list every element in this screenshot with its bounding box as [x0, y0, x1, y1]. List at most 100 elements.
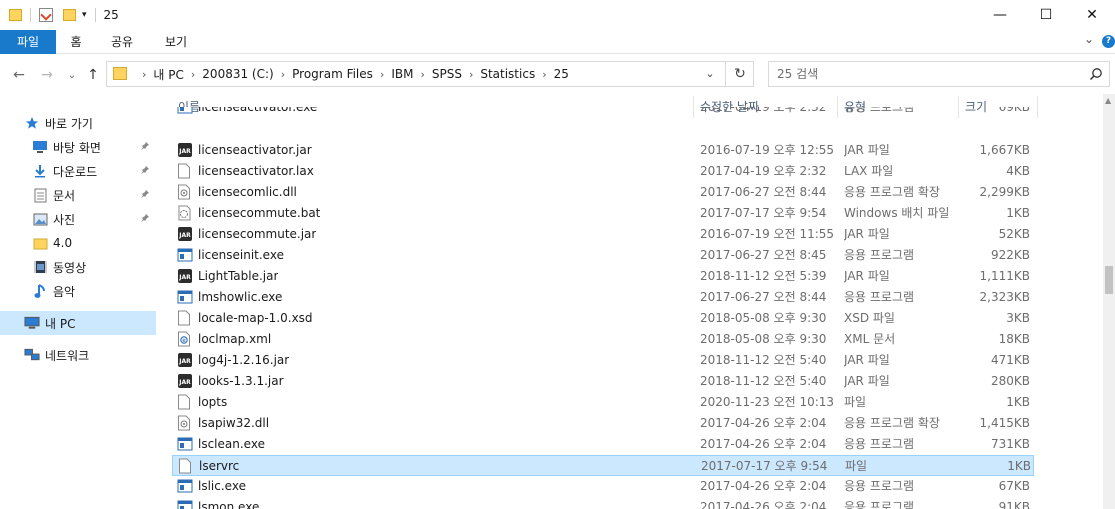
breadcrumb-item[interactable]: 25	[554, 67, 569, 81]
jar-icon: JAR	[177, 352, 193, 368]
file-type: 파일	[845, 459, 868, 473]
file-row[interactable]: licenseactivator.lax 2017-04-19 오후 2:32 LA…	[172, 161, 1034, 182]
scrollbar-thumb[interactable]	[1105, 266, 1113, 294]
search-icon[interactable]	[1089, 67, 1103, 81]
breadcrumb-separator-icon[interactable]: ›	[191, 68, 195, 81]
exe-icon	[177, 289, 193, 305]
video-icon	[32, 259, 48, 275]
sidebar-item[interactable]: 바로 가기	[0, 111, 156, 135]
sidebar-item[interactable]: 네트워크	[0, 343, 156, 367]
sidebar-item-label: 문서	[53, 188, 76, 203]
file-row[interactable]: lservrc 2017-07-17 오후 9:54 파일 1KB	[172, 455, 1034, 476]
tab-home[interactable]: 홈	[60, 30, 92, 54]
breadcrumb-item[interactable]: Program Files	[292, 67, 373, 81]
help-button[interactable]: ?	[1102, 35, 1115, 48]
file-row[interactable]: licenseinit.exe 2017-06-27 오전 8:45 응용 프로그램…	[172, 245, 1034, 266]
file-size: 1KB	[1006, 395, 1030, 409]
breadcrumb-item[interactable]: IBM	[391, 67, 413, 81]
refresh-button[interactable]: ↻	[727, 62, 753, 86]
tab-share[interactable]: 공유	[102, 30, 142, 54]
file-row-content: licenseinit.exe 2017-06-27 오전 8:45 응용 프로그램…	[172, 245, 1034, 266]
tab-view[interactable]: 보기	[156, 30, 196, 54]
file-name: licenseactivator.exe	[198, 107, 318, 114]
minimize-button[interactable]: —	[977, 0, 1023, 30]
jar-icon: JAR	[177, 373, 193, 389]
breadcrumb-separator-icon[interactable]: ›	[542, 68, 546, 81]
expand-ribbon-button[interactable]: ⌄	[1082, 32, 1096, 52]
blank-file-icon	[177, 394, 193, 410]
file-row[interactable]: lopts 2020-11-23 오전 10:13 파일 1KB	[172, 392, 1034, 413]
sidebar-item[interactable]: 다운로드	[0, 159, 156, 183]
sidebar-item[interactable]: 음악	[0, 279, 156, 303]
file-row[interactable]: JAR licenseactivator.jar 2016-07-19 오후 12:…	[172, 140, 1034, 161]
breadcrumb-item[interactable]: Statistics	[480, 67, 535, 81]
sidebar-item-label: 바로 가기	[45, 116, 93, 131]
pin-icon	[140, 165, 150, 178]
folder-icon	[9, 9, 22, 21]
column-divider[interactable]	[1037, 96, 1038, 118]
up-button[interactable]: ↑	[84, 66, 102, 84]
file-row[interactable]: e loclmap.xml 2018-05-08 오후 9:30 XML 문서 18KB	[172, 329, 1034, 350]
search-box[interactable]: 25 검색	[768, 61, 1110, 87]
tab-file[interactable]: 파일	[0, 30, 56, 54]
file-row[interactable]: licensecomlic.dll 2017-06-27 오전 8:44 응용 프로…	[172, 182, 1034, 203]
file-type: JAR 파일	[844, 143, 890, 157]
sidebar-item[interactable]: 사진	[0, 207, 156, 231]
breadcrumb-separator-icon[interactable]: ›	[420, 68, 424, 81]
file-name: lslic.exe	[198, 479, 246, 493]
file-date: 2017-06-27 오전 8:44	[700, 290, 827, 304]
dll-icon	[177, 415, 193, 431]
file-size: 2,299KB	[979, 185, 1030, 199]
breadcrumb-separator-icon[interactable]: ›	[469, 68, 473, 81]
file-date: 2018-11-12 오전 5:40	[700, 353, 827, 367]
file-row[interactable]: lmshowlic.exe 2017-06-27 오전 8:44 응용 프로그램 2,…	[172, 287, 1034, 308]
back-button[interactable]: ←	[10, 66, 28, 84]
breadcrumb-item[interactable]: 내 PC	[153, 66, 183, 83]
breadcrumb-separator-icon[interactable]: ›	[142, 68, 146, 81]
file-row[interactable]: lsmon.exe 2017-04-26 오후 2:04 응용 프로그램 91KB	[172, 497, 1034, 509]
file-row-content: JAR LightTable.jar 2018-11-12 오전 5:39 JAR 파…	[172, 266, 1034, 287]
file-size: 52KB	[998, 227, 1030, 241]
search-input[interactable]: 25 검색	[777, 62, 818, 86]
forward-arrow-icon: →	[41, 67, 53, 83]
address-bar[interactable]: › 내 PC › 200831 (C:) › Program Files › IBM › SPSS…	[106, 61, 754, 87]
file-type: 응용 프로그램	[844, 107, 915, 114]
file-row-content: JAR log4j-1.2.16.jar 2018-11-12 오전 5:40 JAR…	[172, 350, 1034, 371]
file-row[interactable]: licenseactivator.exe 2017-04-19 오후 2:32 응용…	[172, 107, 1034, 118]
address-dropdown-button[interactable]: ⌄	[695, 62, 725, 86]
recent-locations-button[interactable]: ⌄	[63, 66, 81, 84]
breadcrumb-item[interactable]: 200831 (C:)	[202, 67, 273, 81]
close-button[interactable]: ✕	[1069, 0, 1115, 30]
file-type: 응용 프로그램	[844, 290, 915, 304]
customize-toolbar-icon[interactable]: ▾	[82, 10, 87, 20]
vertical-scrollbar[interactable]: ▲	[1103, 94, 1115, 509]
file-row[interactable]: JAR LightTable.jar 2018-11-12 오전 5:39 JAR 파…	[172, 266, 1034, 287]
sidebar-item[interactable]: 내 PC	[0, 311, 156, 335]
blank-file-icon	[177, 163, 193, 179]
new-folder-icon[interactable]	[63, 9, 76, 21]
sidebar-item[interactable]: 동영상	[0, 255, 156, 279]
sidebar-item[interactable]: 4.0	[0, 231, 156, 255]
file-row[interactable]: lslic.exe 2017-04-26 오후 2:04 응용 프로그램 67KB	[172, 476, 1034, 497]
file-row[interactable]: JAR log4j-1.2.16.jar 2018-11-12 오전 5:40 JAR…	[172, 350, 1034, 371]
file-row[interactable]: JAR licensecommute.jar 2016-07-19 오전 11:55…	[172, 224, 1034, 245]
breadcrumb-separator-icon[interactable]: ›	[281, 68, 285, 81]
file-size: 280KB	[990, 374, 1030, 388]
sidebar-item[interactable]: 바탕 화면	[0, 135, 156, 159]
scroll-up-icon[interactable]: ▲	[1105, 96, 1111, 105]
maximize-button[interactable]: ☐	[1023, 0, 1069, 30]
sidebar-item[interactable]: 문서	[0, 183, 156, 207]
breadcrumb-separator-icon[interactable]: ›	[380, 68, 384, 81]
file-row[interactable]: lsapiw32.dll 2017-04-26 오후 2:04 응용 프로그램 확장…	[172, 413, 1034, 434]
file-row[interactable]: lsclean.exe 2017-04-26 오후 2:04 응용 프로그램 731K…	[172, 434, 1034, 455]
file-row[interactable]: JAR looks-1.3.1.jar 2018-11-12 오전 5:40 JAR …	[172, 371, 1034, 392]
forward-button[interactable]: →	[38, 66, 56, 84]
breadcrumb-item[interactable]: SPSS	[432, 67, 462, 81]
file-name: licenseinit.exe	[198, 248, 284, 262]
properties-icon[interactable]	[39, 8, 53, 22]
file-size: 922KB	[990, 248, 1030, 262]
desktop-icon	[32, 139, 48, 155]
file-row[interactable]: licensecommute.bat 2017-07-17 오후 9:54 Wind…	[172, 203, 1034, 224]
file-row-content: licensecomlic.dll 2017-06-27 오전 8:44 응용 프로…	[172, 182, 1034, 203]
file-row[interactable]: locale-map-1.0.xsd 2018-05-08 오후 9:30 XSD …	[172, 308, 1034, 329]
